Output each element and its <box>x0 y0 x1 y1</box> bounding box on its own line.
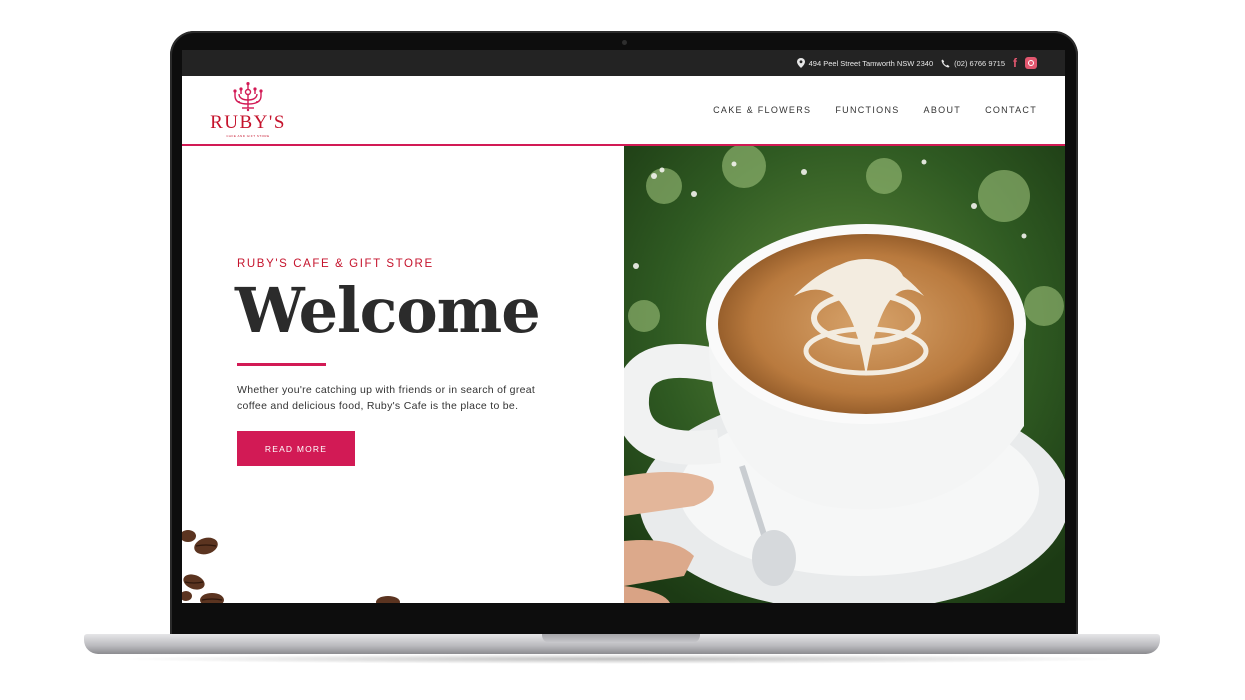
main-nav: CAKE & FLOWERS FUNCTIONS ABOUT CONTACT <box>713 105 1037 115</box>
nav-item-functions[interactable]: FUNCTIONS <box>835 105 899 115</box>
phone-item[interactable]: (02) 6766 9715 <box>941 59 1005 68</box>
hero-description: Whether you're catching up with friends … <box>237 384 536 412</box>
nav-item-about[interactable]: ABOUT <box>924 105 962 115</box>
hero-section: RUBY'S CAFE & GIFT STORE Welcome Whether… <box>182 146 1065 603</box>
address-text: 494 Peel Street Tamworth NSW 2340 <box>808 58 934 68</box>
latte-art-image <box>624 146 1065 603</box>
brand-tagline: CAFE AND GIFT STORE <box>226 134 270 138</box>
hero-text-panel: RUBY'S CAFE & GIFT STORE Welcome Whether… <box>182 146 624 603</box>
laptop-shadow <box>110 654 1136 664</box>
phone-icon <box>941 59 950 67</box>
address-item[interactable]: 494 Peel Street Tamworth NSW 2340 <box>796 58 934 68</box>
nav-item-cake-flowers[interactable]: CAKE & FLOWERS <box>713 105 811 115</box>
top-contact-bar: 494 Peel Street Tamworth NSW 2340 (02) 6… <box>182 50 1065 76</box>
hero-kicker: RUBY'S CAFE & GIFT STORE <box>237 258 434 270</box>
laptop-notch <box>542 634 700 643</box>
website-screen: 494 Peel Street Tamworth NSW 2340 (02) 6… <box>182 50 1065 603</box>
brand-name: RUBY'S <box>210 112 286 133</box>
location-pin-icon <box>796 58 805 68</box>
nav-item-contact[interactable]: CONTACT <box>985 105 1037 115</box>
coffee-photo <box>624 146 1065 603</box>
camera-dot <box>622 40 627 45</box>
instagram-icon[interactable] <box>1025 57 1037 69</box>
facebook-icon[interactable]: f <box>1013 56 1017 70</box>
chandelier-logo-icon <box>233 82 263 112</box>
read-more-button[interactable]: READ MORE <box>237 431 355 466</box>
phone-text: (02) 6766 9715 <box>954 58 1005 68</box>
coffee-beans-image <box>182 530 400 603</box>
site-header: RUBY'S CAFE AND GIFT STORE CAKE & FLOWER… <box>182 76 1065 146</box>
site-logo[interactable]: RUBY'S CAFE AND GIFT STORE <box>202 82 294 138</box>
hero-title: Welcome <box>235 274 541 347</box>
title-underline <box>237 363 326 366</box>
